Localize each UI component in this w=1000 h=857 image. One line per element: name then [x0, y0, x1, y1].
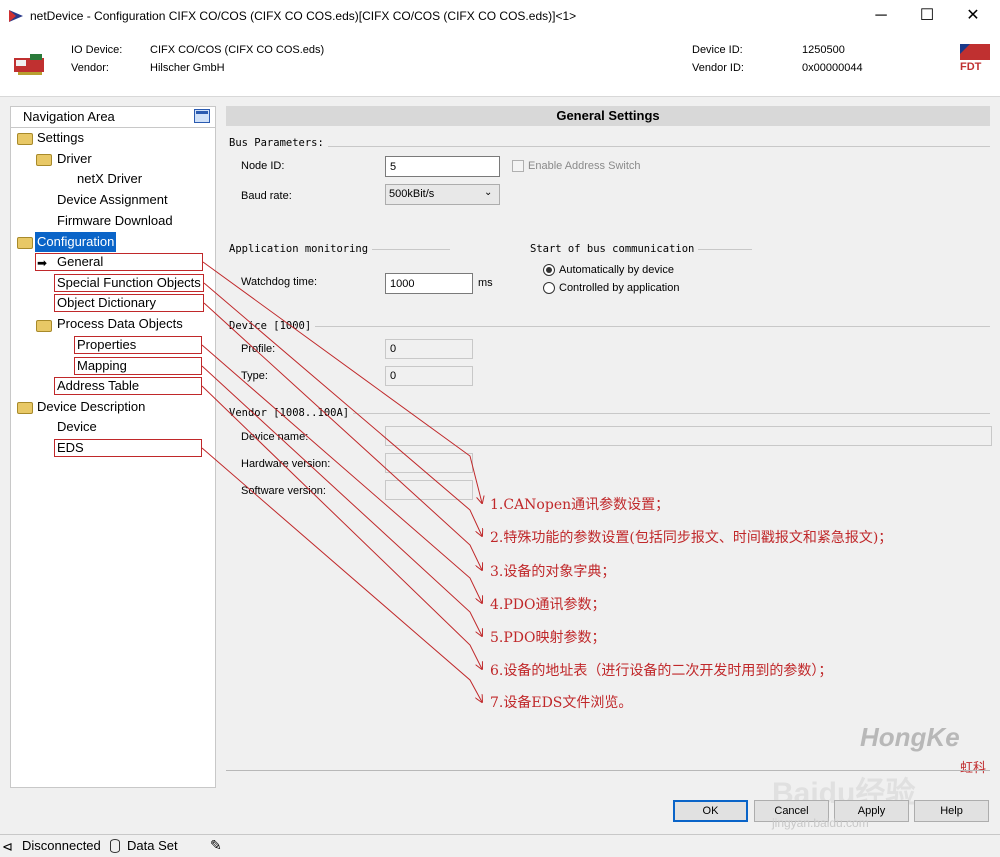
- hongke-cn-watermark: 虹科: [960, 760, 987, 775]
- annotation-5: 5.PDO映射参数；: [490, 630, 606, 646]
- vendor-value: Hilscher GmbH: [150, 62, 225, 74]
- divider: [694, 249, 752, 250]
- navigation-toggle-icon[interactable]: [194, 109, 210, 123]
- status-bar: ⊲ Disconnected Data Set ✎: [0, 834, 1000, 857]
- radio-controlled-app[interactable]: [543, 282, 555, 294]
- divider: [372, 249, 450, 250]
- baud-rate-value: 500kBit/s: [389, 188, 435, 200]
- device-card-icon: [14, 54, 44, 75]
- device-id-label: Device ID:: [692, 44, 743, 56]
- baud-rate-select[interactable]: 500kBit/s ⌄: [385, 184, 500, 205]
- device-name-value: [385, 426, 992, 446]
- vendor-id-value: 0x00000044: [802, 62, 863, 74]
- baidu-url-watermark: jingyan.baidu.com: [772, 816, 869, 830]
- navigation-header: Navigation Area: [11, 107, 215, 128]
- divider: [320, 146, 990, 147]
- bus-parameters-heading: Bus Parameters:: [229, 137, 328, 149]
- nav-driver[interactable]: Driver: [55, 149, 94, 169]
- divider: [226, 770, 990, 771]
- nav-address-table[interactable]: Address Table: [55, 376, 141, 396]
- vendor-section-heading: Vendor [1008..100A]: [229, 407, 354, 419]
- fdt-logo-text: FDT: [960, 61, 982, 73]
- dataset-status: Data Set: [127, 838, 178, 853]
- vendor-id-label: Vendor ID:: [692, 62, 744, 74]
- type-label: Type:: [241, 370, 268, 382]
- database-icon: [110, 839, 120, 853]
- profile-value: 0: [385, 339, 473, 359]
- close-button[interactable]: ✕: [950, 0, 996, 32]
- nav-device-description[interactable]: Device Description: [35, 397, 147, 417]
- folder-icon: [17, 402, 33, 414]
- divider: [350, 413, 990, 414]
- title-bar: netDevice - Configuration CIFX CO/COS (C…: [0, 0, 1000, 32]
- start-bus-communication-heading: Start of bus communication: [530, 243, 699, 255]
- nav-process-data-objects[interactable]: Process Data Objects: [55, 314, 185, 334]
- divider: [312, 326, 990, 327]
- folder-icon: [17, 237, 33, 249]
- hongke-watermark: HongKe: [860, 722, 960, 752]
- annotation-3: 3.设备的对象字典；: [490, 564, 616, 580]
- software-version-label: Software version:: [241, 485, 326, 497]
- watchdog-unit: ms: [478, 277, 493, 289]
- nav-netx-driver[interactable]: netX Driver: [75, 169, 144, 189]
- io-device-value: CIFX CO/COS (CIFX CO COS.eds): [150, 44, 325, 56]
- application-monitoring-heading: Application monitoring: [229, 243, 373, 255]
- annotation-2: 2.特殊功能的参数设置(包括同步报文、时间戳报文和紧急报文)；: [490, 530, 893, 546]
- plug-icon: ⊲: [2, 839, 13, 854]
- nav-mapping[interactable]: Mapping: [75, 356, 129, 376]
- folder-icon: [36, 320, 52, 332]
- pencil-icon: ✎: [210, 837, 222, 853]
- annotation-7: 7.设备EDS文件浏览。: [490, 695, 633, 711]
- navigation-title: Navigation Area: [23, 109, 115, 124]
- nav-general[interactable]: General: [55, 252, 105, 272]
- nav-eds[interactable]: EDS: [55, 438, 86, 458]
- enable-address-switch-label: Enable Address Switch: [528, 160, 641, 172]
- nav-configuration[interactable]: Configuration: [35, 232, 117, 252]
- folder-icon: [17, 133, 33, 145]
- chevron-down-icon: ⌄: [484, 187, 493, 198]
- vendor-label: Vendor:: [71, 62, 109, 74]
- watchdog-label: Watchdog time:: [241, 276, 318, 288]
- nav-settings[interactable]: Settings: [35, 128, 86, 148]
- help-button[interactable]: Help: [914, 800, 989, 822]
- radio-auto-device[interactable]: [543, 264, 555, 276]
- nav-special-function-objects[interactable]: Special Function Objects: [55, 273, 203, 293]
- controlled-app-label: Controlled by application: [559, 282, 680, 294]
- node-id-input[interactable]: 5: [385, 156, 500, 177]
- connection-status: Disconnected: [22, 838, 101, 853]
- auto-device-label: Automatically by device: [559, 264, 674, 276]
- nav-device[interactable]: Device: [55, 417, 99, 437]
- nav-object-dictionary[interactable]: Object Dictionary: [55, 293, 158, 313]
- panel-title: General Settings: [226, 106, 990, 126]
- hardware-version-value: [385, 453, 473, 473]
- minimize-button[interactable]: ─: [858, 0, 904, 32]
- maximize-button[interactable]: ☐: [904, 0, 950, 32]
- annotation-6: 6.设备的地址表（进行设备的二次开发时用到的参数）；: [490, 663, 833, 679]
- device-section-heading: Device [1000]: [229, 320, 316, 332]
- arrow-icon: ➡: [37, 256, 48, 270]
- annotation-4: 4.PDO通讯参数；: [490, 597, 606, 613]
- hardware-version-label: Hardware version:: [241, 458, 331, 470]
- io-device-label: IO Device:: [71, 44, 123, 56]
- fdt-logo: FDT: [958, 42, 992, 76]
- enable-address-switch-checkbox[interactable]: [512, 160, 524, 172]
- device-name-label: Device name:: [241, 431, 309, 443]
- window-title: netDevice - Configuration CIFX CO/COS (C…: [30, 9, 577, 23]
- software-version-value: [385, 480, 473, 500]
- ok-button[interactable]: OK: [673, 800, 748, 822]
- annotation-1: 1.CANopen通讯参数设置；: [490, 497, 670, 513]
- profile-label: Profile:: [241, 343, 276, 355]
- app-icon: [9, 10, 23, 22]
- device-header: IO Device: CIFX CO/COS (CIFX CO COS.eds)…: [0, 32, 1000, 97]
- nav-properties[interactable]: Properties: [75, 335, 138, 355]
- watchdog-input[interactable]: 1000: [385, 273, 473, 294]
- folder-icon: [36, 154, 52, 166]
- baud-rate-label: Baud rate:: [241, 190, 292, 202]
- nav-firmware-download[interactable]: Firmware Download: [55, 211, 175, 231]
- type-value: 0: [385, 366, 473, 386]
- device-id-value: 1250500: [802, 44, 845, 56]
- nav-device-assignment[interactable]: Device Assignment: [55, 190, 170, 210]
- node-id-label: Node ID:: [241, 160, 285, 172]
